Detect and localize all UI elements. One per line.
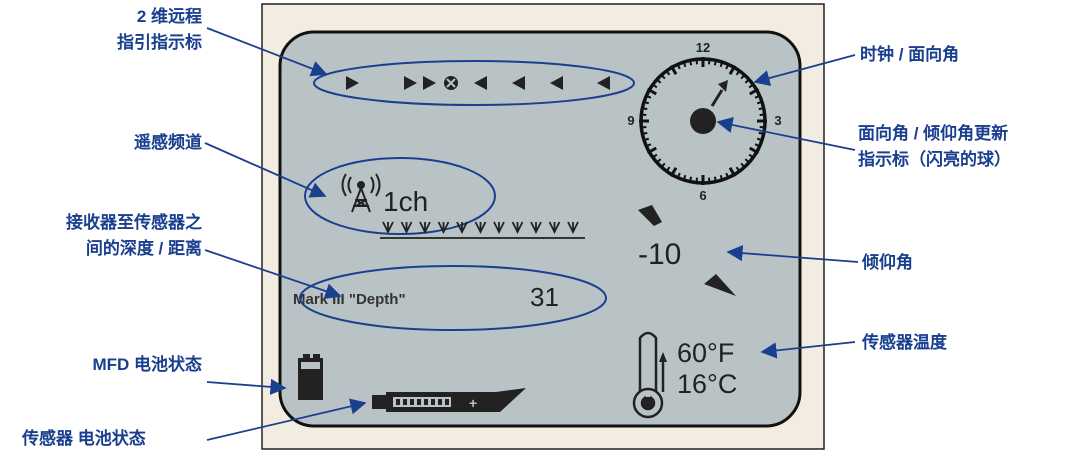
pitch-value: -10: [638, 238, 681, 271]
clock-tick: [689, 176, 693, 182]
clock-tick: [758, 131, 764, 135]
svg-text:+: +: [469, 395, 477, 411]
callout-mfd-battery: MFD 电池状态: [92, 355, 202, 374]
battery-cell: [424, 399, 428, 405]
clock-tick: [707, 177, 711, 183]
temp-fahrenheit: 60°F: [677, 338, 734, 368]
update-indicator-ball: [690, 108, 716, 134]
callout-pitch: 倾仰角: [862, 253, 913, 272]
diagram-stage: 1ch Mark III "Depth" 31 12 3 6 9 -10 60°…: [0, 0, 1092, 453]
depth-label: Mark III "Depth": [293, 291, 406, 308]
clock-label-6: 6: [699, 188, 706, 203]
channel-value: 1ch: [383, 186, 428, 217]
clock-tick: [642, 107, 648, 111]
callout-guidance-line2: 指引指示标: [117, 33, 202, 52]
clock-tick: [759, 113, 765, 117]
clock-tick: [641, 113, 647, 117]
callout-guidance-line1: 2 维远程: [136, 7, 202, 26]
callout-depth-line1: 接收器至传感器之: [66, 213, 202, 232]
battery-cell: [417, 399, 421, 405]
battery-cell: [438, 399, 442, 405]
temp-celsius: 16°C: [677, 369, 737, 399]
clock-label-3: 3: [774, 113, 781, 128]
callout-clock: 时钟 / 面向角: [860, 45, 960, 64]
callout-depth: 接收器至传感器之 间的深度 / 距离: [10, 210, 202, 262]
clock-label-12: 12: [696, 40, 710, 55]
battery-cell: [431, 399, 435, 405]
callout-update-line1: 面向角 / 倾仰角更新: [858, 124, 1009, 143]
callout-telemetry: 遥感频道: [134, 133, 202, 152]
clock-tick: [695, 177, 699, 183]
clock-label-9: 9: [627, 113, 634, 128]
clock-tick: [713, 60, 717, 66]
callout-sensor-battery: 传感器 电池状态: [22, 429, 146, 448]
depth-value: 31: [530, 282, 559, 312]
clock-tick: [689, 60, 693, 66]
clock-tick: [758, 107, 764, 111]
clock-tick: [707, 59, 711, 65]
battery-cell: [403, 399, 407, 405]
clock-tick: [695, 59, 699, 65]
clock-tick: [641, 125, 647, 129]
callout-temp: 传感器温度: [862, 333, 947, 352]
callout-guidance: 2 维远程 指引指示标: [40, 4, 202, 56]
clock-tick: [759, 125, 765, 129]
callout-update: 面向角 / 倾仰角更新 指示标（闪亮的球）: [858, 121, 1011, 173]
clock-tick: [642, 131, 648, 135]
battery-cell: [396, 399, 400, 405]
callout-depth-line2: 间的深度 / 距离: [85, 239, 202, 258]
battery-cell: [410, 399, 414, 405]
callout-update-line2: 指示标（闪亮的球）: [858, 150, 1011, 169]
battery-cell: [445, 399, 449, 405]
mfd-battery-icon: [298, 354, 323, 400]
clock-tick: [713, 176, 717, 182]
